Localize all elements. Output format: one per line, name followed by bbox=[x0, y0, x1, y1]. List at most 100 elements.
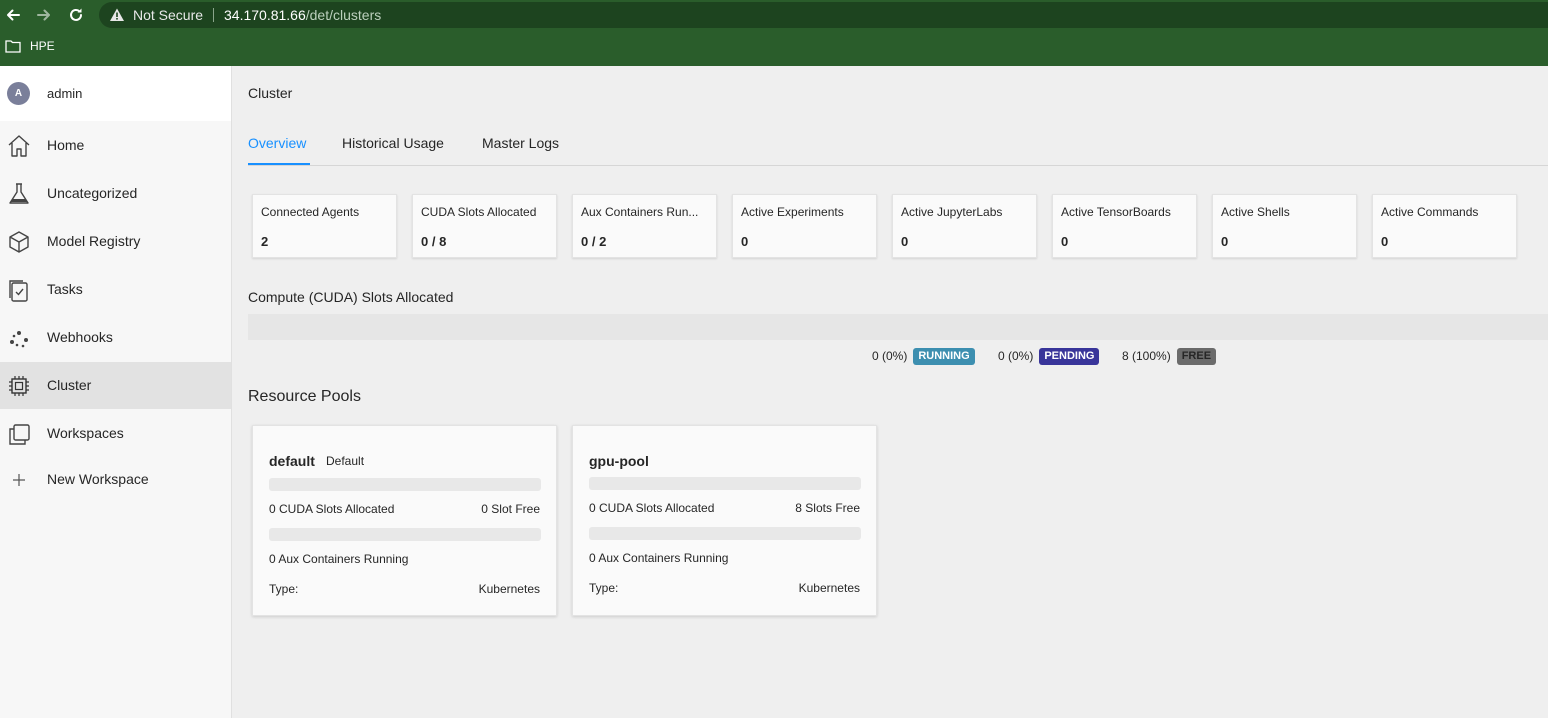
pool-type-value: Kubernetes bbox=[478, 582, 540, 596]
sidebar-item-label: Model Registry bbox=[47, 233, 141, 249]
stat-card-active-tensorboards: Active TensorBoards 0 bbox=[1052, 194, 1197, 258]
slots-allocation-bar bbox=[248, 314, 1548, 340]
stat-label: Connected Agents bbox=[261, 205, 360, 219]
sidebar-item-label: Webhooks bbox=[47, 329, 113, 345]
pool-aux-bar bbox=[269, 528, 541, 541]
url-row: Not Secure 34.170.81.66/det/clusters bbox=[0, 0, 1548, 30]
flask-icon bbox=[6, 181, 32, 207]
pool-type-label: Type: bbox=[589, 581, 619, 595]
sidebar-item-label: Workspaces bbox=[47, 425, 124, 441]
pool-slots-bar bbox=[269, 478, 541, 491]
sidebar-item-label: New Workspace bbox=[47, 471, 149, 487]
url-text: 34.170.81.66/det/clusters bbox=[224, 7, 381, 23]
stat-card-active-shells: Active Shells 0 bbox=[1212, 194, 1357, 258]
pool-name: default bbox=[269, 453, 315, 469]
url-path: /det/clusters bbox=[305, 7, 382, 23]
stat-card-active-jupyterlabs: Active JupyterLabs 0 bbox=[892, 194, 1037, 258]
sidebar-item-uncategorized[interactable]: Uncategorized bbox=[0, 170, 231, 217]
legend-pending: 0 (0%) PENDING bbox=[998, 347, 1100, 365]
folder-icon bbox=[5, 39, 21, 53]
sidebar-item-label: Tasks bbox=[47, 281, 83, 297]
active-tab-indicator bbox=[248, 163, 310, 165]
stat-value: 2 bbox=[261, 234, 269, 249]
stat-value: 0 / 2 bbox=[581, 234, 607, 249]
legend-running: 0 (0%) RUNNING bbox=[872, 347, 975, 365]
bookmark-hpe[interactable]: HPE bbox=[30, 39, 55, 53]
stat-value: 0 bbox=[1221, 234, 1229, 249]
pool-slots-bar bbox=[589, 477, 861, 490]
pool-aux-running: 0 Aux Containers Running bbox=[269, 552, 409, 566]
pool-name: gpu-pool bbox=[589, 453, 649, 469]
pool-type-value: Kubernetes bbox=[798, 581, 860, 595]
plus-icon bbox=[6, 467, 32, 493]
pool-type-label: Type: bbox=[269, 582, 299, 596]
pool-slots-free: 0 Slot Free bbox=[481, 502, 540, 516]
stat-value: 0 / 8 bbox=[421, 234, 447, 249]
browser-toolbar: Not Secure 34.170.81.66/det/clusters HPE bbox=[0, 0, 1548, 66]
reload-icon[interactable] bbox=[67, 6, 85, 24]
stat-card-active-experiments: Active Experiments 0 bbox=[732, 194, 877, 258]
sidebar-item-label: Home bbox=[47, 137, 85, 153]
page-title: Cluster bbox=[248, 85, 293, 101]
legend-value: 8 (100%) bbox=[1122, 349, 1171, 363]
free-badge: FREE bbox=[1176, 347, 1217, 365]
stat-label: CUDA Slots Allocated bbox=[421, 205, 537, 219]
stat-label: Active Shells bbox=[1221, 205, 1290, 219]
cube-icon bbox=[6, 229, 32, 255]
stat-value: 0 bbox=[1381, 234, 1389, 249]
legend-free: 8 (100%) FREE bbox=[1122, 347, 1217, 365]
tab-bar: Overview Historical Usage Master Logs bbox=[248, 126, 1548, 166]
sidebar-item-webhooks[interactable]: Webhooks bbox=[0, 314, 231, 361]
pool-aux-running: 0 Aux Containers Running bbox=[589, 551, 729, 565]
legend-value: 0 (0%) bbox=[998, 349, 1034, 363]
pool-slots-allocated: 0 CUDA Slots Allocated bbox=[589, 501, 715, 515]
stat-label: Active Experiments bbox=[741, 205, 844, 219]
warning-triangle-icon bbox=[109, 7, 125, 23]
stat-label: Active Commands bbox=[1381, 205, 1479, 219]
tasks-icon bbox=[6, 277, 32, 303]
stat-value: 0 bbox=[1061, 234, 1069, 249]
bookmarks-bar: HPE bbox=[0, 36, 1548, 60]
stat-value: 0 bbox=[901, 234, 909, 249]
username: admin bbox=[47, 86, 83, 101]
tab-master-logs[interactable]: Master Logs bbox=[482, 135, 559, 151]
stat-card-active-commands: Active Commands 0 bbox=[1372, 194, 1517, 258]
sidebar-item-workspaces[interactable]: Workspaces bbox=[0, 410, 231, 457]
cluster-chip-icon bbox=[6, 373, 32, 399]
pending-badge: PENDING bbox=[1039, 347, 1100, 365]
sidebar-item-new-workspace[interactable]: New Workspace bbox=[0, 456, 231, 503]
stat-card-aux-containers: Aux Containers Run... 0 / 2 bbox=[572, 194, 717, 258]
back-arrow-icon[interactable] bbox=[4, 6, 22, 24]
tab-historical-usage[interactable]: Historical Usage bbox=[342, 135, 444, 151]
stat-label: Active JupyterLabs bbox=[901, 205, 1003, 219]
webhooks-icon bbox=[6, 325, 32, 351]
pool-slots-allocated: 0 CUDA Slots Allocated bbox=[269, 502, 395, 516]
address-bar[interactable]: Not Secure 34.170.81.66/det/clusters bbox=[99, 2, 1548, 28]
stat-card-cuda-slots: CUDA Slots Allocated 0 / 8 bbox=[412, 194, 557, 258]
main-content: Cluster Overview Historical Usage Master… bbox=[232, 66, 1548, 718]
sidebar-item-cluster[interactable]: Cluster bbox=[0, 362, 231, 409]
sidebar-item-home[interactable]: Home bbox=[0, 122, 231, 169]
pool-default-tag: Default bbox=[326, 454, 365, 468]
user-menu[interactable]: A admin bbox=[0, 66, 231, 121]
sidebar-item-tasks[interactable]: Tasks bbox=[0, 266, 231, 313]
sidebar-item-model-registry[interactable]: Model Registry bbox=[0, 218, 231, 265]
resource-pool-card-default[interactable]: default Default 0 CUDA Slots Allocated 0… bbox=[252, 425, 557, 616]
sidebar-item-label: Cluster bbox=[47, 377, 92, 393]
stat-label: Aux Containers Run... bbox=[581, 205, 699, 219]
workspaces-icon bbox=[6, 421, 32, 447]
running-badge: RUNNING bbox=[913, 347, 975, 365]
pool-slots-free: 8 Slots Free bbox=[795, 501, 860, 515]
stat-card-connected-agents: Connected Agents 2 bbox=[252, 194, 397, 258]
avatar: A bbox=[7, 82, 30, 105]
sidebar-item-label: Uncategorized bbox=[47, 185, 138, 201]
stat-label: Active TensorBoards bbox=[1061, 205, 1171, 219]
sidebar: A admin Home Uncategorized Model Registr… bbox=[0, 66, 232, 718]
tab-overview[interactable]: Overview bbox=[248, 135, 306, 151]
forward-arrow-icon[interactable] bbox=[35, 6, 53, 24]
pool-aux-bar bbox=[589, 527, 861, 540]
url-host: 34.170.81.66 bbox=[224, 7, 306, 23]
compute-section-title: Compute (CUDA) Slots Allocated bbox=[248, 289, 454, 305]
legend-value: 0 (0%) bbox=[872, 349, 908, 363]
resource-pool-card-gpu-pool[interactable]: gpu-pool 0 CUDA Slots Allocated 8 Slots … bbox=[572, 425, 877, 616]
